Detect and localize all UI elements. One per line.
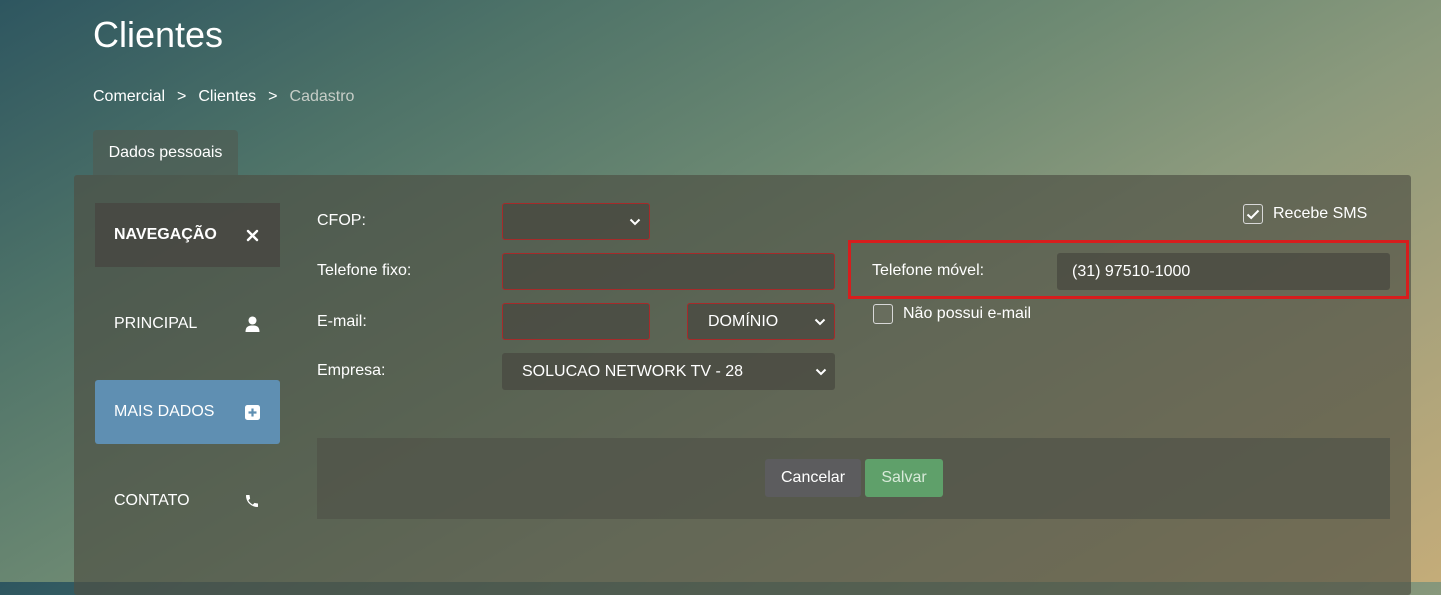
sidebar-item-label: CONTATO <box>114 492 190 509</box>
page-title: Clientes <box>93 14 224 55</box>
cfop-select[interactable] <box>502 203 650 240</box>
breadcrumb-separator: > <box>268 88 278 105</box>
email-domain-select[interactable]: DOMÍNIO <box>687 303 835 340</box>
breadcrumb-separator: > <box>177 88 187 105</box>
sidebar-header-label: NAVEGAÇÃO <box>114 226 217 243</box>
telefone-fixo-input[interactable] <box>502 253 835 290</box>
nao-possui-email-checkbox[interactable] <box>873 304 893 324</box>
telefone-movel-input[interactable]: (31) 97510-1000 <box>1057 253 1390 290</box>
empresa-label: Empresa: <box>317 362 386 379</box>
cancel-button[interactable]: Cancelar <box>765 459 861 497</box>
email-domain-value: DOMÍNIO <box>708 312 779 330</box>
sidebar-item-principal[interactable]: PRINCIPAL <box>95 292 280 356</box>
plus-square-icon <box>243 403 261 421</box>
sidebar-item-label: MAIS DADOS <box>114 403 215 420</box>
breadcrumb-item-clientes[interactable]: Clientes <box>198 88 256 106</box>
sidebar-item-mais-dados[interactable]: MAIS DADOS <box>95 380 280 444</box>
sidebar-item-contato[interactable]: CONTATO <box>95 469 280 533</box>
telefone-movel-value: (31) 97510-1000 <box>1072 262 1191 280</box>
email-input[interactable] <box>502 303 650 340</box>
check-icon <box>1246 209 1260 219</box>
sidebar-header: NAVEGAÇÃO <box>95 203 280 267</box>
save-button[interactable]: Salvar <box>865 459 943 497</box>
chevron-down-icon <box>629 218 641 226</box>
nao-possui-email-label: Não possui e-mail <box>903 305 1032 322</box>
chevron-down-icon <box>814 318 826 326</box>
phone-icon <box>243 492 261 510</box>
user-icon <box>243 315 261 333</box>
breadcrumb: Comercial > Clientes > Cadastro <box>93 88 354 106</box>
recebe-sms-checkbox[interactable] <box>1243 204 1263 224</box>
breadcrumb-item-cadastro: Cadastro <box>289 88 355 105</box>
telefone-movel-label: Telefone móvel: <box>872 262 985 279</box>
recebe-sms-label: Recebe SMS <box>1273 205 1368 222</box>
empresa-select-value: SOLUCAO NETWORK TV - 28 <box>522 362 744 380</box>
tab-dados-pessoais[interactable]: Dados pessoais <box>93 130 238 175</box>
breadcrumb-item-comercial[interactable]: Comercial <box>93 88 165 106</box>
cfop-label: CFOP: <box>317 212 366 229</box>
telefone-fixo-label: Telefone fixo: <box>317 262 412 279</box>
sidebar-item-label: PRINCIPAL <box>114 315 198 332</box>
email-label: E-mail: <box>317 313 367 330</box>
chevron-down-icon <box>815 368 827 376</box>
close-icon[interactable] <box>243 226 261 244</box>
empresa-select[interactable]: SOLUCAO NETWORK TV - 28 <box>502 353 835 390</box>
